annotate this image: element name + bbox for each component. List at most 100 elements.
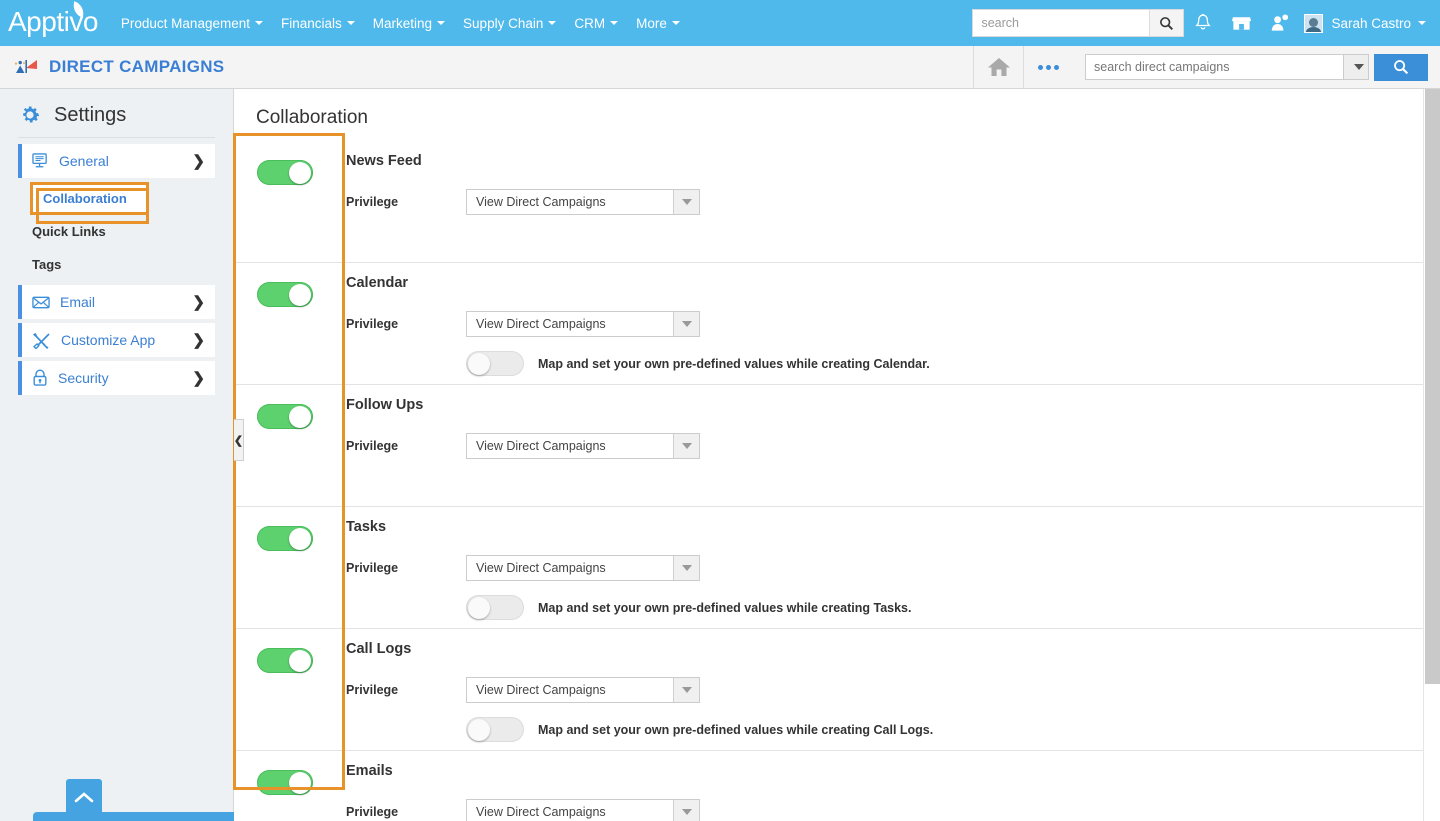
more-actions-button[interactable]	[1023, 46, 1073, 89]
app-search-input[interactable]	[1085, 54, 1343, 80]
chevron-right-icon: ❯	[192, 293, 205, 311]
tools-icon	[32, 332, 51, 349]
chevron-down-icon	[347, 21, 355, 25]
sidebar-item-customize-app[interactable]: Customize App ❯	[18, 323, 215, 357]
toggle-knob	[468, 719, 490, 741]
main-scrollbar[interactable]	[1423, 89, 1440, 821]
toggle-enable-tasks[interactable]	[257, 526, 313, 551]
scrollbar-thumb[interactable]	[1425, 89, 1440, 684]
chevron-down-icon	[682, 687, 692, 693]
user-menu[interactable]: Sarah Castro	[1298, 0, 1426, 46]
sidebar-item-general[interactable]: General ❯	[18, 144, 215, 178]
privilege-select-arrow[interactable]	[673, 190, 699, 214]
collaboration-sections: News FeedPrivilegeView Direct Campaigns C…	[234, 141, 1440, 821]
sidebar-collapse-handle[interactable]: ❮	[234, 419, 244, 461]
global-search-button[interactable]	[1149, 10, 1183, 36]
privilege-select-value: View Direct Campaigns	[467, 678, 673, 702]
section-title: Call Logs	[346, 641, 1416, 657]
privilege-select[interactable]: View Direct Campaigns	[466, 677, 700, 703]
app-search-button[interactable]	[1374, 54, 1428, 81]
privilege-select[interactable]: View Direct Campaigns	[466, 311, 700, 337]
section-title: Calendar	[346, 275, 1416, 291]
toggle-enable-news-feed[interactable]	[257, 160, 313, 185]
chevron-right-icon: ❯	[192, 331, 205, 349]
sidebar-item-email[interactable]: Email❯	[18, 285, 215, 319]
notifications-button[interactable]	[1184, 0, 1222, 46]
app-store-button[interactable]	[1222, 0, 1260, 46]
sidebar-subitem-label: Quick Links	[32, 224, 106, 239]
toggle-enable-call-logs[interactable]	[257, 648, 313, 673]
privilege-label: Privilege	[346, 561, 466, 575]
global-search-input[interactable]	[973, 10, 1149, 36]
sidebar-subitem-label: Collaboration	[43, 191, 127, 206]
main-menu: Product ManagementFinancialsMarketingSup…	[112, 0, 689, 46]
toggle-knob	[289, 650, 311, 672]
toggle-knob	[289, 284, 311, 306]
global-search[interactable]	[972, 9, 1184, 37]
toggle-map-values-call-logs[interactable]	[466, 717, 524, 742]
section-enable-column	[234, 275, 346, 384]
sidebar-subitem-quick-links[interactable]: Quick Links	[18, 215, 215, 248]
section-tasks: TasksPrivilegeView Direct CampaignsMap a…	[234, 507, 1440, 629]
toggle-enable-follow-ups[interactable]	[257, 404, 313, 429]
section-body: CalendarPrivilegeView Direct CampaignsMa…	[346, 275, 1440, 384]
privilege-select-arrow[interactable]	[673, 556, 699, 580]
toggle-knob	[468, 353, 490, 375]
chevron-down-icon	[682, 199, 692, 205]
add-user-button[interactable]	[1260, 0, 1298, 46]
sidebar-item-security[interactable]: Security❯	[18, 361, 215, 395]
chevron-down-icon	[610, 21, 618, 25]
bell-icon	[1194, 13, 1212, 33]
sidebar-subitem-collaboration[interactable]: Collaboration	[30, 182, 149, 215]
privilege-select-arrow[interactable]	[673, 312, 699, 336]
nav-item-marketing[interactable]: Marketing	[364, 0, 454, 46]
privilege-select-arrow[interactable]	[673, 678, 699, 702]
page-title: Collaboration	[234, 89, 1440, 129]
app-search	[1085, 46, 1428, 89]
user-name-label: Sarah Castro	[1331, 16, 1411, 31]
chevron-down-icon	[682, 443, 692, 449]
chevron-down-icon	[255, 21, 263, 25]
chevron-right-icon: ❯	[192, 152, 205, 170]
privilege-select[interactable]: View Direct Campaigns	[466, 799, 700, 821]
toggle-knob	[289, 528, 311, 550]
sidebar-subitem-tags[interactable]: Tags	[18, 248, 215, 281]
toggle-map-values-calendar[interactable]	[466, 351, 524, 376]
nav-item-more[interactable]: More	[627, 0, 689, 46]
scroll-to-top-button[interactable]	[66, 779, 102, 815]
nav-item-crm[interactable]: CRM	[565, 0, 627, 46]
home-button[interactable]	[973, 46, 1023, 89]
privilege-select[interactable]: View Direct Campaigns	[466, 555, 700, 581]
nav-item-supply-chain[interactable]: Supply Chain	[454, 0, 565, 46]
home-icon	[987, 56, 1011, 78]
sidebar-item-label: General	[59, 153, 109, 169]
avatar	[1304, 14, 1323, 33]
privilege-select[interactable]: View Direct Campaigns	[466, 433, 700, 459]
toggle-enable-emails[interactable]	[257, 770, 313, 795]
apptivo-logo[interactable]: Apptivo	[8, 8, 98, 38]
nav-item-product-management[interactable]: Product Management	[112, 0, 272, 46]
map-values-label: Map and set your own pre-defined values …	[538, 601, 911, 615]
privilege-row: PrivilegeView Direct Campaigns	[346, 311, 1416, 337]
toggle-map-values-tasks[interactable]	[466, 595, 524, 620]
section-news-feed: News FeedPrivilegeView Direct Campaigns	[234, 141, 1440, 263]
monitor-icon	[32, 153, 49, 169]
toggle-knob	[289, 772, 311, 794]
map-values-row: Map and set your own pre-defined values …	[466, 717, 1416, 742]
sidebar-item-label: Customize App	[61, 332, 155, 348]
three-dots-icon	[1038, 65, 1059, 70]
privilege-select-arrow[interactable]	[673, 800, 699, 821]
gear-icon	[18, 103, 42, 127]
privilege-select-arrow[interactable]	[673, 434, 699, 458]
chevron-down-icon	[1418, 21, 1426, 25]
search-icon	[1159, 16, 1174, 31]
app-search-dropdown-button[interactable]	[1343, 54, 1369, 80]
section-body: EmailsPrivilegeView Direct Campaigns	[346, 763, 1440, 821]
section-enable-column	[234, 397, 346, 506]
toggle-enable-calendar[interactable]	[257, 282, 313, 307]
app-header-bar: DIRECT CAMPAIGNS	[0, 46, 1440, 89]
nav-item-financials[interactable]: Financials	[272, 0, 364, 46]
sidebar-item-label: Security	[58, 370, 109, 386]
privilege-select[interactable]: View Direct Campaigns	[466, 189, 700, 215]
privilege-label: Privilege	[346, 317, 466, 331]
